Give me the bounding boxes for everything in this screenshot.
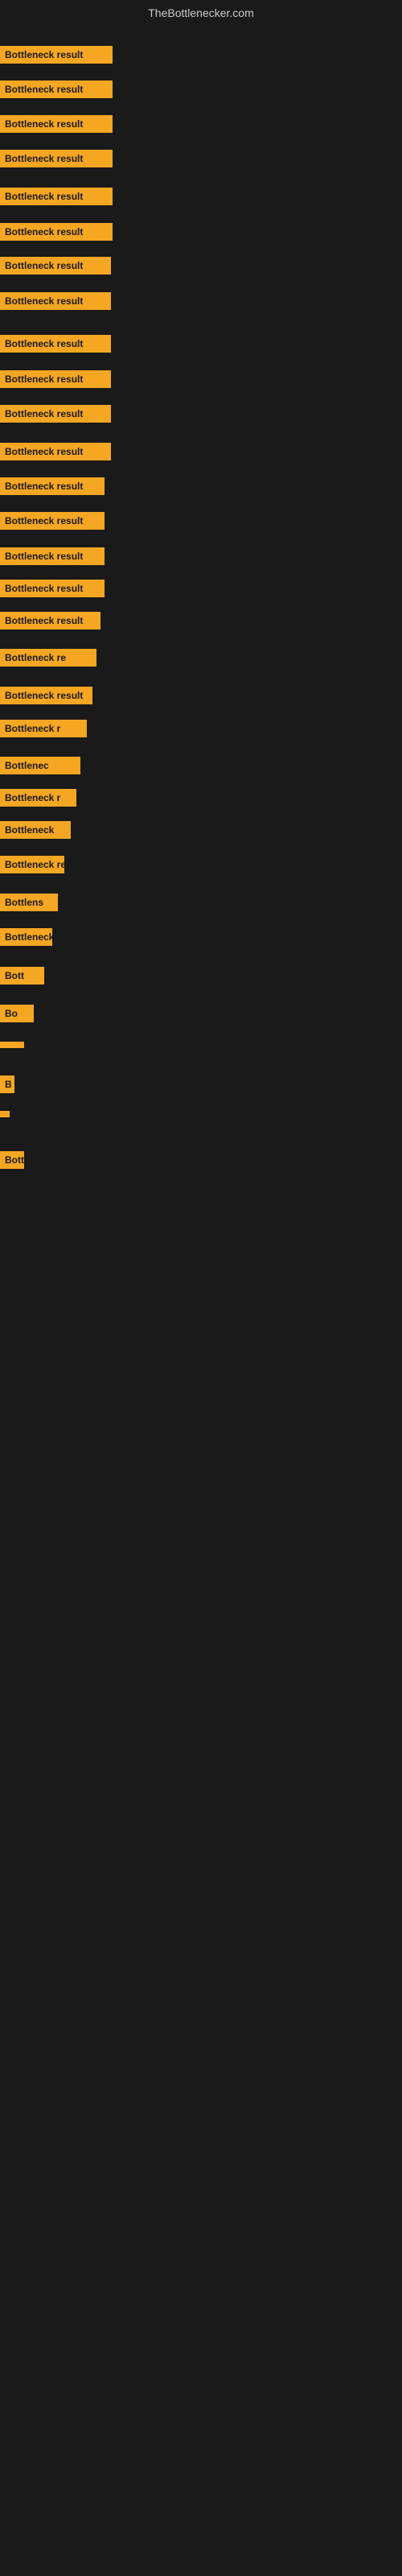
bottleneck-result-item: Bottleneck result xyxy=(0,150,113,167)
bottleneck-result-item: Bott xyxy=(0,1151,24,1169)
bottleneck-result-item: Bottleneck xyxy=(0,821,71,839)
bottleneck-result-item: Bottleneck result xyxy=(0,370,111,388)
bottleneck-result-item: Bottlenec xyxy=(0,757,80,774)
bottleneck-result-item: B xyxy=(0,1075,14,1093)
bottleneck-result-item: Bottleneck result xyxy=(0,547,105,565)
bottleneck-result-item: Bottleneck res xyxy=(0,856,64,873)
bottleneck-result-item: Bottleneck result xyxy=(0,512,105,530)
bottleneck-result-item: Bottleneck result xyxy=(0,580,105,597)
bottleneck-result-item: Bottleneck xyxy=(0,928,52,946)
bottleneck-result-item: Bottleneck result xyxy=(0,223,113,241)
bottleneck-result-item: Bottleneck r xyxy=(0,720,87,737)
bottleneck-result-item: Bottleneck result xyxy=(0,612,100,630)
bottleneck-result-item xyxy=(0,1042,24,1048)
bottleneck-result-item: Bottlens xyxy=(0,894,58,911)
bottleneck-result-item: Bottleneck result xyxy=(0,292,111,310)
bottleneck-result-item: Bottleneck result xyxy=(0,405,111,423)
bottleneck-result-item: Bottleneck result xyxy=(0,188,113,205)
bottleneck-result-item: Bottleneck result xyxy=(0,477,105,495)
bottleneck-result-item: Bottleneck result xyxy=(0,335,111,353)
bottleneck-result-item: Bottleneck result xyxy=(0,46,113,64)
bottleneck-result-item: Bottleneck result xyxy=(0,687,92,704)
bottleneck-result-item: Bott xyxy=(0,967,44,985)
bottleneck-result-item: Bottleneck result xyxy=(0,80,113,98)
bottleneck-result-item: Bottleneck r xyxy=(0,789,76,807)
bottleneck-result-item: Bottleneck result xyxy=(0,115,113,133)
bottleneck-result-item xyxy=(0,1111,10,1117)
bottleneck-result-item: Bo xyxy=(0,1005,34,1022)
bottleneck-result-item: Bottleneck result xyxy=(0,257,111,275)
bottleneck-result-item: Bottleneck result xyxy=(0,443,111,460)
bottleneck-result-item: Bottleneck re xyxy=(0,649,96,667)
site-title: TheBottlenecker.com xyxy=(0,0,402,26)
